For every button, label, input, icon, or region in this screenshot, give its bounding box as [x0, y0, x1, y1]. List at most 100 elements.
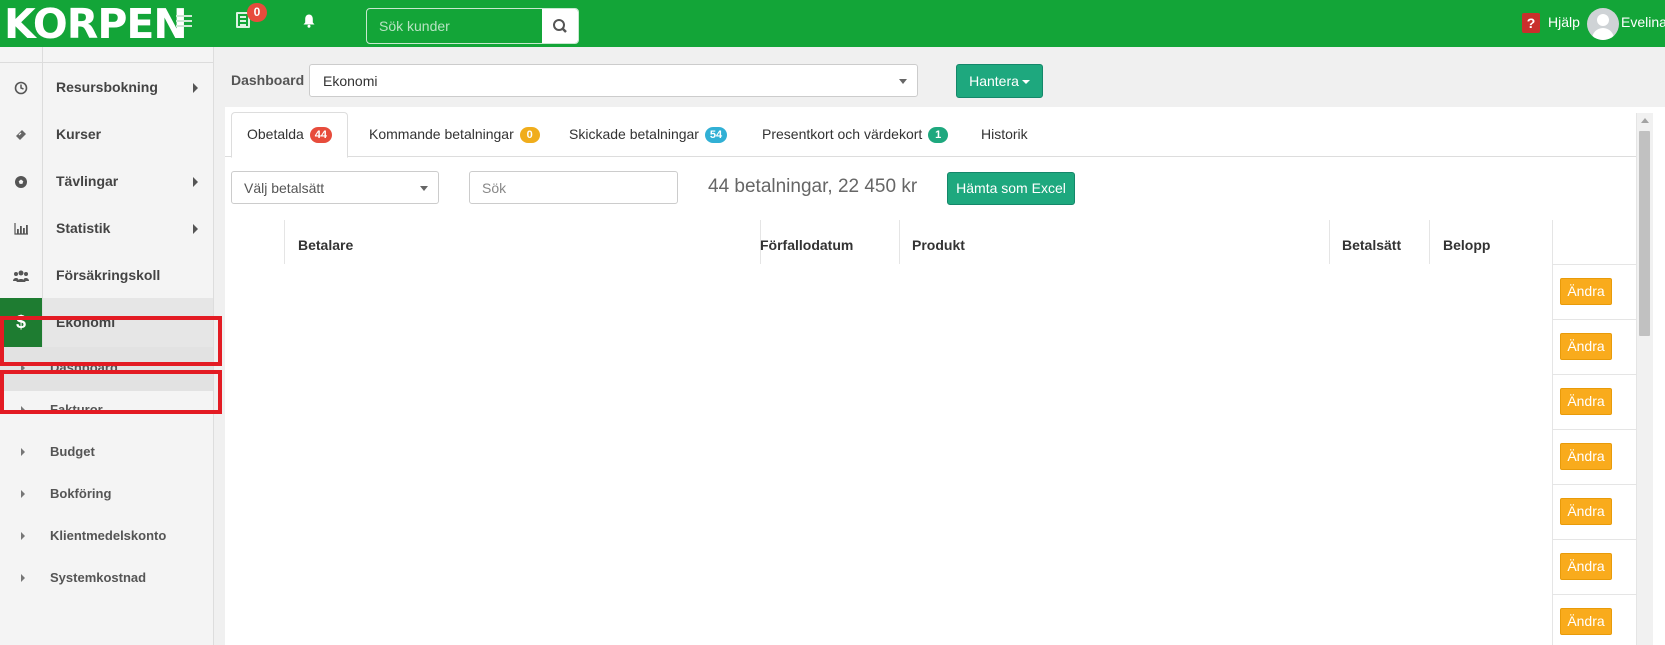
payment-summary: 44 betalningar, 22 450 kr [708, 176, 918, 197]
sidebar-item-resursbokning[interactable]: Resursbokning [0, 63, 213, 113]
tab-presentkort-och-vardekort[interactable]: Presentkort och värdekort 1 [762, 112, 949, 157]
payment-method-select-value: Välj betalsätt [244, 180, 325, 196]
sidebar-item-tavlingar[interactable]: Tävlingar [0, 157, 213, 207]
caret-down-icon [1021, 80, 1030, 85]
sidebar-item-statistik[interactable]: Statistik [0, 204, 213, 254]
row-divider [1552, 319, 1636, 320]
menu-toggle-icon[interactable] [176, 15, 192, 28]
username-label[interactable]: Evelina [1621, 14, 1665, 30]
submenu-item-fakturor[interactable]: Fakturor [0, 389, 213, 433]
row-divider [1552, 374, 1636, 375]
tab-obetalda[interactable]: Obetalda 44 [231, 112, 348, 158]
help-icon[interactable]: ? [1522, 13, 1540, 33]
column-divider [1429, 220, 1430, 264]
row-divider [1552, 594, 1636, 595]
caret-right-icon [21, 490, 25, 498]
tab-count-badge: 44 [309, 127, 332, 144]
tab-historik[interactable]: Historik [981, 112, 1028, 157]
tab-count-badge: 1 [928, 127, 949, 144]
hantera-button[interactable]: Hantera [956, 64, 1043, 98]
tab-kommande-betalningar[interactable]: Kommande betalningar 0 [369, 112, 540, 157]
edit-button[interactable]: Ändra [1560, 608, 1612, 635]
scroll-up-icon[interactable] [1641, 118, 1649, 123]
tab-label: Kommande betalningar [369, 126, 514, 142]
edit-button[interactable]: Ändra [1560, 278, 1612, 305]
help-link[interactable]: Hjälp [1548, 14, 1580, 30]
edit-button[interactable]: Ändra [1560, 333, 1612, 360]
column-header-belopp[interactable]: Belopp [1443, 237, 1490, 253]
submenu-item-systemkostnad[interactable]: Systemkostnad [0, 557, 213, 601]
column-header-betalare[interactable]: Betalare [298, 237, 353, 253]
edit-button[interactable]: Ändra [1560, 498, 1612, 525]
sidebar-item-forsakringskoll[interactable]: Försäkringskoll [0, 251, 213, 301]
export-excel-button[interactable]: Hämta som Excel [947, 172, 1075, 205]
sidebar-item-label: Försäkringskoll [56, 267, 161, 283]
hantera-button-label: Hantera [969, 73, 1019, 89]
sidebar-item-ekonomi[interactable]: $ Ekonomi [0, 298, 213, 348]
caret-right-icon [21, 364, 25, 372]
submenu-item-label: Dashboard [50, 360, 118, 375]
user-avatar[interactable] [1587, 8, 1619, 40]
column-divider [899, 220, 900, 264]
caret-right-icon [193, 177, 198, 187]
customer-search-input[interactable] [367, 9, 543, 43]
submenu-item-budget[interactable]: Budget [0, 431, 213, 475]
caret-right-icon [21, 574, 25, 582]
payment-tabs: Obetalda 44 Kommande betalningar 0 Skick… [225, 112, 1636, 158]
content-panel [225, 107, 1665, 645]
sidebar: Resursbokning Kurser Tävlingar Statistik… [0, 47, 214, 645]
tab-skickade-betalningar[interactable]: Skickade betalningar 54 [569, 112, 728, 157]
customer-search [366, 8, 579, 44]
sidebar-item-label: Kurser [56, 126, 102, 142]
bell-icon[interactable] [303, 14, 315, 28]
sidebar-item-label: Statistik [56, 220, 111, 236]
dashboard-select[interactable]: Ekonomi [309, 64, 918, 97]
edit-button[interactable]: Ändra [1560, 443, 1612, 470]
submenu-item-label: Systemkostnad [50, 570, 147, 585]
sidebar-item-partial [0, 47, 213, 63]
vertical-scrollbar[interactable] [1636, 113, 1653, 645]
submenu-item-label: Fakturor [50, 402, 103, 417]
caret-right-icon [193, 83, 198, 93]
dollar-icon: $ [0, 298, 43, 347]
caret-right-icon [21, 406, 25, 414]
submenu-item-klientmedelskonto[interactable]: Klientmedelskonto [0, 515, 213, 559]
ticket-icon [0, 110, 43, 159]
column-header-betalsatt[interactable]: Betalsätt [1342, 237, 1401, 253]
clock-icon [0, 63, 43, 112]
submenu-item-label: Bokföring [50, 486, 112, 501]
customer-search-button[interactable] [542, 9, 578, 43]
search-icon [553, 19, 567, 33]
tab-count-badge: 54 [704, 127, 728, 144]
caret-down-icon [420, 186, 428, 191]
column-divider [284, 220, 285, 264]
dashboard-label: Dashboard [231, 72, 305, 88]
soccer-ball-icon [0, 157, 43, 206]
caret-down-icon [899, 79, 907, 84]
row-divider [1552, 539, 1636, 540]
submenu-item-label: Budget [50, 444, 95, 459]
sidebar-item-label: Ekonomi [56, 314, 116, 330]
scrollbar-thumb[interactable] [1639, 131, 1650, 336]
edit-button[interactable]: Ändra [1560, 553, 1612, 580]
sidebar-item-label: Tävlingar [56, 173, 119, 189]
submenu-item-label: Klientmedelskonto [50, 528, 167, 543]
users-icon [0, 251, 43, 300]
notification-count-badge: 0 [247, 3, 267, 22]
caret-right-icon [21, 532, 25, 540]
column-header-forfallodatum[interactable]: Förfallodatum [760, 237, 853, 253]
payment-search-input[interactable] [469, 171, 678, 204]
caret-right-icon [193, 224, 198, 234]
tab-count-badge: 0 [519, 127, 540, 144]
submenu-item-dashboard[interactable]: Dashboard [0, 347, 213, 391]
dashboard-select-value: Ekonomi [323, 73, 378, 89]
tab-label: Obetalda [247, 126, 304, 142]
edit-button[interactable]: Ändra [1560, 388, 1612, 415]
sidebar-item-kurser[interactable]: Kurser [0, 110, 213, 160]
submenu-item-bokforing[interactable]: Bokföring [0, 473, 213, 517]
payment-method-select[interactable]: Välj betalsätt [231, 171, 439, 204]
actions-column-divider [1552, 220, 1553, 645]
korpen-logo[interactable]: KORPEN [4, 2, 188, 46]
bar-chart-icon [0, 204, 43, 253]
column-header-produkt[interactable]: Produkt [912, 237, 965, 253]
